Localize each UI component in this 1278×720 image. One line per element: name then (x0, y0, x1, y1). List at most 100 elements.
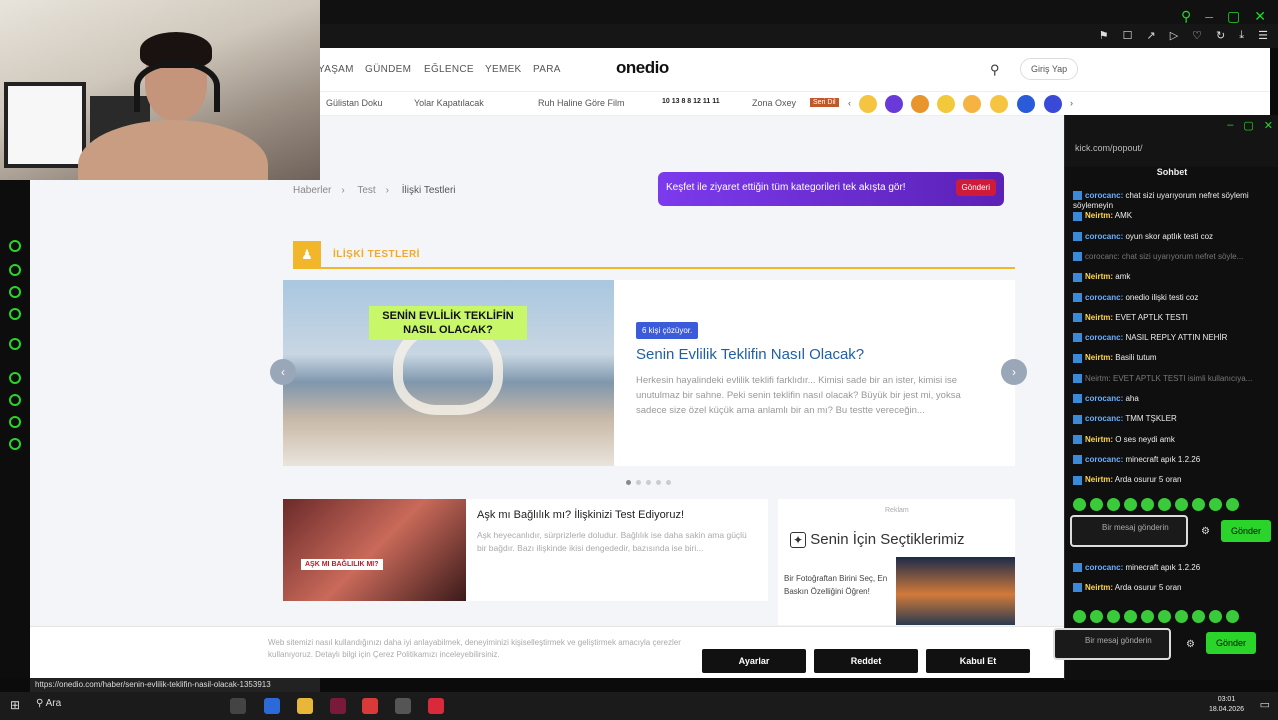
emote-icon[interactable] (1226, 610, 1239, 623)
trend-item[interactable]: Seri Dil (810, 98, 839, 107)
trend-item[interactable]: Ruh Haline Göre Film (538, 98, 625, 108)
chevron-right-icon[interactable]: › (1070, 98, 1073, 108)
search-icon[interactable]: ⚲ (1181, 8, 1191, 25)
nav-item-yasam[interactable]: YAŞAM (318, 64, 354, 75)
emote-icon[interactable] (1107, 498, 1120, 511)
sidebar-icon[interactable] (9, 264, 21, 276)
emote-icon[interactable] (1090, 498, 1103, 511)
minimize-icon[interactable]: – (1227, 119, 1233, 132)
twitch-icon[interactable] (9, 338, 21, 350)
emote-icon[interactable] (1226, 498, 1239, 511)
heart-icon[interactable]: ♡ (1192, 29, 1202, 42)
chat-username[interactable]: corocanc: (1085, 414, 1123, 423)
emote-icon[interactable] (1158, 610, 1171, 623)
sidebar-icon[interactable] (9, 416, 21, 428)
emote-icon[interactable] (1192, 498, 1205, 511)
download-icon[interactable]: ⤓ (1239, 29, 1244, 42)
folder-icon[interactable] (297, 698, 313, 714)
chat-username[interactable]: Neirtm: (1085, 272, 1113, 281)
emoji-icon[interactable] (963, 95, 981, 113)
nav-item-eglence[interactable]: EĞLENCE (424, 64, 474, 75)
nav-item-gundem[interactable]: GÜNDEM (365, 64, 411, 75)
chat-username[interactable]: Neirtm: (1085, 313, 1113, 322)
card-title[interactable]: Aşk mı Bağlılık mı? İlişkinizi Test Ediy… (477, 509, 684, 521)
chevron-left-icon[interactable]: ‹ (848, 98, 851, 108)
app-icon[interactable] (264, 698, 280, 714)
emote-icon[interactable] (1124, 498, 1137, 511)
nav-item-para[interactable]: PARA (533, 64, 561, 75)
gear-icon[interactable]: ⚙ (1201, 526, 1210, 537)
emoji-icon[interactable] (1017, 95, 1035, 113)
slider-prev-button[interactable]: ‹ (270, 359, 296, 385)
slider-dot[interactable] (626, 480, 631, 485)
taskbar-search[interactable]: ⚲ Ara (36, 698, 61, 709)
trend-item[interactable]: Zona Oxey (752, 98, 796, 108)
cookie-settings-button[interactable]: Ayarlar (702, 649, 806, 673)
login-button[interactable]: Giriş Yap (1020, 58, 1079, 80)
emote-icon[interactable] (1141, 610, 1154, 623)
emote-icon[interactable] (1107, 610, 1120, 623)
chat-username[interactable]: corocanc: (1085, 394, 1123, 403)
chat-username[interactable]: corocanc: (1085, 293, 1123, 302)
emote-icon[interactable] (1175, 498, 1188, 511)
slider-dot[interactable] (636, 480, 641, 485)
emote-icon[interactable] (1158, 498, 1171, 511)
chat-username[interactable]: Neirtm: (1085, 353, 1113, 362)
chat-username[interactable]: corocanc: (1085, 232, 1123, 241)
gear-icon[interactable]: ⚙ (1186, 639, 1195, 650)
sidebar-icon[interactable] (9, 308, 21, 320)
emoji-icon[interactable] (911, 95, 929, 113)
chat-input[interactable]: Bir mesaj gönderin (1070, 515, 1188, 547)
breadcrumb-item[interactable]: Haberler (293, 185, 331, 196)
send-button[interactable]: Gönder (1221, 520, 1271, 542)
chat-url[interactable]: kick.com/popout/ (1075, 143, 1143, 153)
maximize-icon[interactable]: ▢ (1243, 119, 1253, 132)
emote-icon[interactable] (1192, 610, 1205, 623)
slider-next-button[interactable]: › (1001, 359, 1027, 385)
featured-slide[interactable]: SENİN EVLİLİK TEKLİFİN NASIL OLACAK? 6 k… (283, 280, 1015, 466)
article-card[interactable]: AŞK MI BAĞLILIK MI? Aşk mı Bağlılık mı? … (283, 499, 768, 601)
chat-username[interactable]: corocanc: (1085, 455, 1123, 464)
sidebar-icon[interactable] (9, 286, 21, 298)
emoji-icon[interactable] (859, 95, 877, 113)
recommended-item-image[interactable] (896, 557, 1015, 625)
app-icon[interactable] (395, 698, 411, 714)
chat-username[interactable]: corocanc: (1085, 563, 1123, 572)
chat-input[interactable]: Bir mesaj gönderin (1053, 628, 1171, 660)
send-button[interactable]: Gönder (1206, 632, 1256, 654)
recommended-item-title[interactable]: Bir Fotoğraftan Birini Seç, En Baskın Öz… (784, 572, 889, 598)
slider-dot[interactable] (646, 480, 651, 485)
history-icon[interactable] (9, 394, 21, 406)
slide-title[interactable]: Senin Evlilik Teklifin Nasıl Olacak? (636, 346, 864, 363)
slider-dot[interactable] (666, 480, 671, 485)
discover-banner[interactable]: Keşfet ile ziyaret ettiğin tüm kategoril… (658, 172, 1004, 206)
emote-icon[interactable] (1124, 610, 1137, 623)
trend-item[interactable]: Yolar Kapatılacak (414, 98, 484, 108)
breadcrumb-item[interactable]: Test (357, 185, 375, 196)
app-icon[interactable] (428, 698, 444, 714)
bookmark-icon[interactable]: ☐ (1123, 29, 1133, 42)
emoji-icon[interactable] (937, 95, 955, 113)
chat-username[interactable]: corocanc: (1085, 191, 1123, 200)
emote-icon[interactable] (1073, 610, 1086, 623)
pin-icon[interactable]: ⚑ (1099, 29, 1109, 42)
card-image[interactable]: AŞK MI BAĞLILIK MI? (283, 499, 466, 601)
emoji-icon[interactable] (885, 95, 903, 113)
emote-icon[interactable] (1141, 498, 1154, 511)
windows-start-icon[interactable]: ⊞ (10, 698, 20, 712)
section-title[interactable]: İLİŞKİ TESTLERİ (333, 249, 420, 260)
emote-icon[interactable] (1073, 498, 1086, 511)
cookie-accept-button[interactable]: Kabul Et (926, 649, 1030, 673)
sidebar-icon[interactable] (9, 240, 21, 252)
emote-icon[interactable] (1209, 498, 1222, 511)
nav-item-yemek[interactable]: YEMEK (485, 64, 522, 75)
chat-username[interactable]: Neirtm: (1085, 583, 1113, 592)
banner-button[interactable]: Gönderi (955, 179, 996, 196)
slide-image[interactable]: SENİN EVLİLİK TEKLİFİN NASIL OLACAK? (283, 280, 614, 466)
minimize-icon[interactable]: – (1205, 8, 1213, 25)
chat-username[interactable]: Neirtm: (1085, 435, 1113, 444)
close-icon[interactable]: ✕ (1254, 8, 1266, 25)
trend-item[interactable]: Gülistan Doku (326, 98, 383, 108)
maximize-icon[interactable]: ▢ (1227, 8, 1240, 25)
taskbar-clock[interactable]: 03:01 18.04.2026 (1209, 695, 1244, 715)
